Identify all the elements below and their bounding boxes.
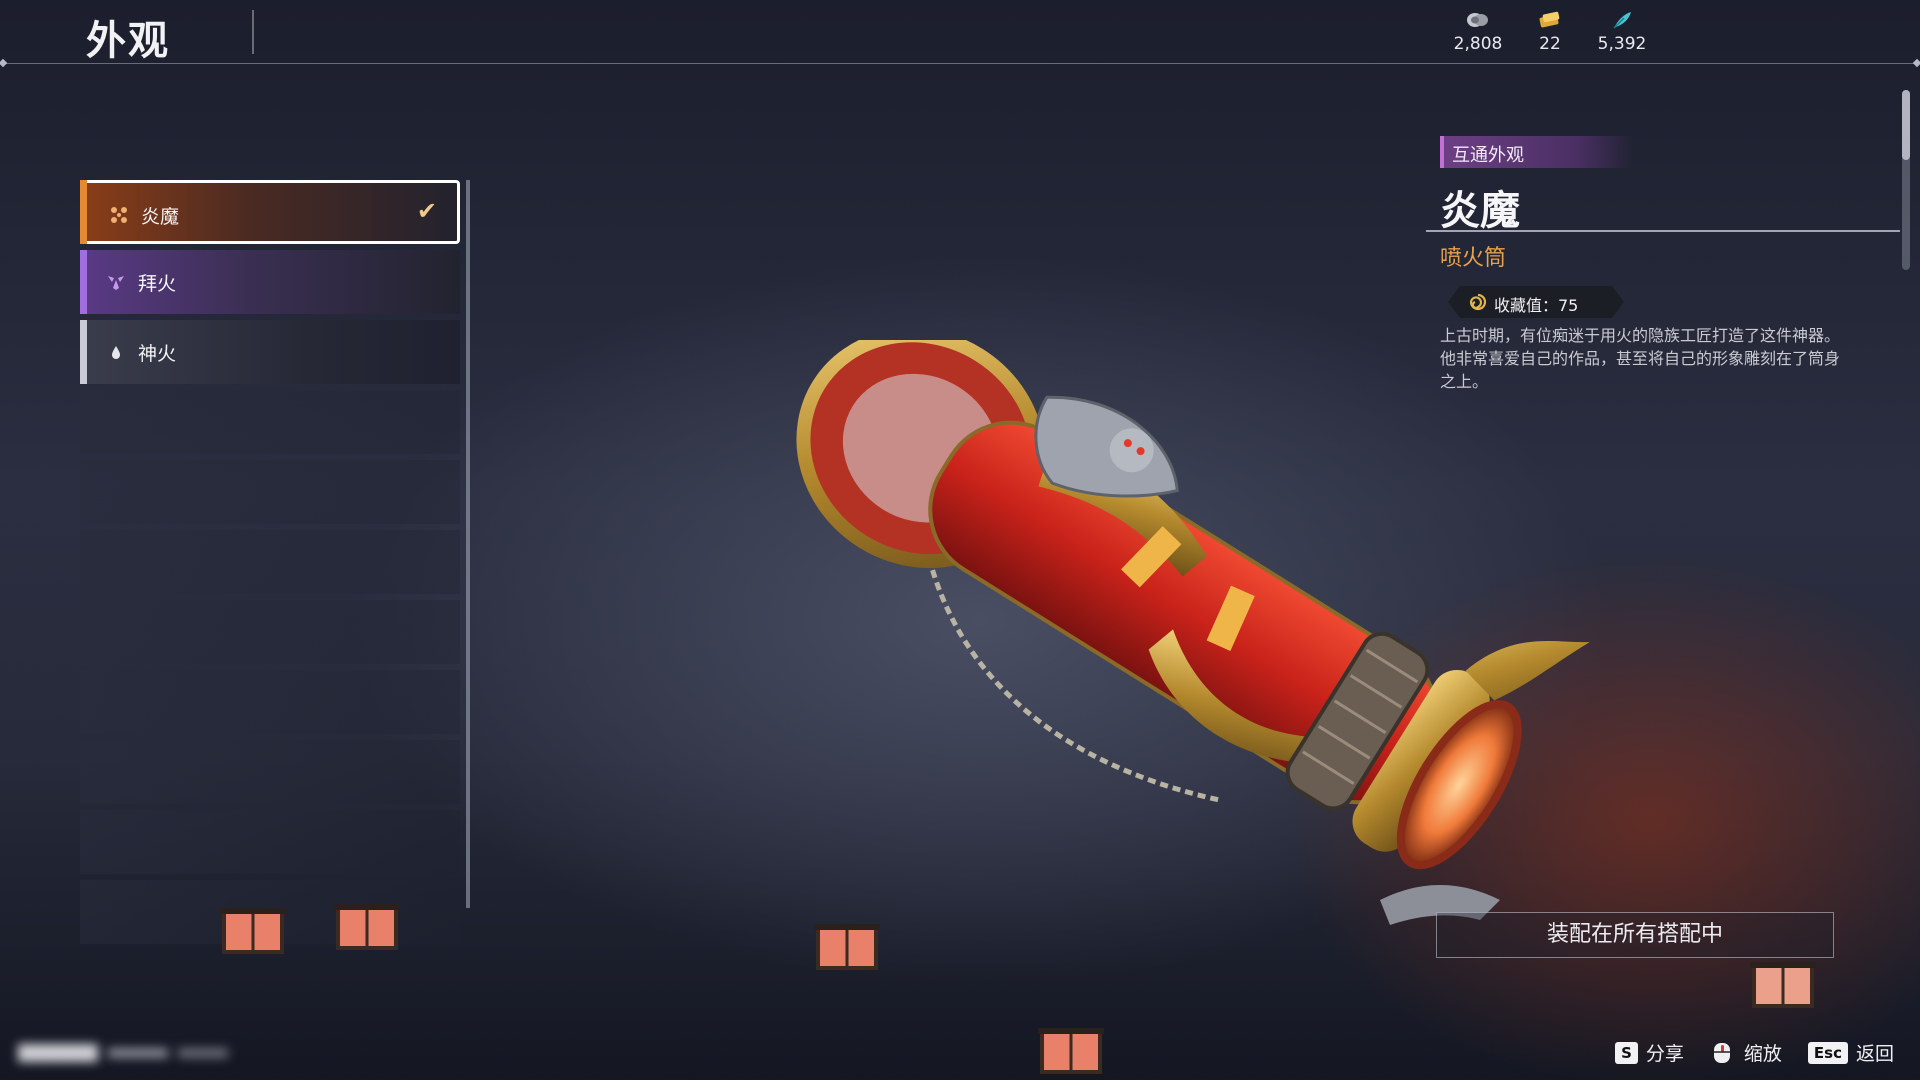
detail-scrollbar[interactable] xyxy=(1902,90,1910,270)
currency-silver-value: 2,808 xyxy=(1453,34,1503,54)
gold-ticket-icon xyxy=(1539,11,1560,28)
weapon-model-flamethrower[interactable] xyxy=(740,340,1640,960)
lantern-decoration xyxy=(220,908,286,954)
page-title: 外观 xyxy=(86,18,170,64)
crossplay-tag: 互通外观 xyxy=(1440,136,1634,168)
empty-slot xyxy=(80,530,460,594)
weapon-type: 喷火筒 xyxy=(1440,246,1507,271)
skin-item-baihuo[interactable]: 拜火 xyxy=(80,250,460,314)
empty-slot xyxy=(80,600,460,664)
rarity-bar xyxy=(80,250,87,314)
empty-slot xyxy=(80,460,460,524)
empty-slot xyxy=(80,740,460,804)
back-label: 返回 xyxy=(1855,1043,1894,1065)
share-key: S xyxy=(1615,1041,1638,1064)
skin-item-label: 神火 xyxy=(138,343,177,365)
skin-item-label: 炎魔 xyxy=(141,206,180,228)
header-divider xyxy=(0,63,1920,64)
currency-feather: 5,392 xyxy=(1582,10,1662,54)
empty-slot xyxy=(80,810,460,874)
empty-slot xyxy=(80,390,460,454)
purple-rarity-icon xyxy=(108,276,124,290)
currency-silver: 2,808 xyxy=(1438,10,1518,54)
rarity-bar xyxy=(80,320,87,384)
share-label: 分享 xyxy=(1645,1043,1684,1065)
skin-list: 炎魔 ✔ 拜火 神火 xyxy=(80,180,470,960)
mouse-icon xyxy=(1713,1042,1730,1063)
key-hints: S 分享 缩放 Esc 返回 xyxy=(1615,1039,1894,1066)
list-scrollbar[interactable] xyxy=(466,180,470,908)
collection-value-badge: 收藏值：75 xyxy=(1448,286,1624,318)
back-key: Esc xyxy=(1807,1041,1848,1064)
lantern-decoration xyxy=(814,924,880,970)
currency-ticket: 22 xyxy=(1510,10,1590,54)
share-hint[interactable]: S 分享 xyxy=(1615,1039,1684,1066)
crossplay-tag-label: 互通外观 xyxy=(1452,145,1524,166)
back-hint[interactable]: Esc 返回 xyxy=(1807,1039,1894,1066)
orange-rarity-icon xyxy=(111,207,127,223)
currency-ticket-value: 22 xyxy=(1539,34,1561,54)
lantern-decoration xyxy=(1750,962,1816,1008)
flame-drop-icon xyxy=(112,346,120,359)
collection-spiral-icon xyxy=(1469,293,1487,311)
checkmark-icon: ✔ xyxy=(416,197,437,225)
zoom-hint[interactable]: 缩放 xyxy=(1710,1039,1782,1066)
collection-value: 收藏值：75 xyxy=(1494,296,1579,315)
skin-description: 上古时期，有位痴迷于用火的隐族工匠打造了这件神器。他非常喜爱自己的作品，甚至将自… xyxy=(1440,326,1841,391)
skin-item-label: 拜火 xyxy=(138,273,177,295)
title-divider xyxy=(252,10,254,54)
lantern-decoration xyxy=(334,904,400,950)
silver-coin-icon xyxy=(1467,13,1488,27)
currency-feather-value: 5,392 xyxy=(1597,34,1647,54)
skin-name: 炎魔 xyxy=(1440,188,1520,234)
feather-icon xyxy=(1613,12,1631,29)
empty-slot xyxy=(80,670,460,734)
skin-item-yanmo[interactable]: 炎魔 ✔ xyxy=(80,180,460,244)
skin-item-shenhuo[interactable]: 神火 xyxy=(80,320,460,384)
lantern-decoration xyxy=(1038,1028,1104,1074)
player-id-blurred xyxy=(18,1044,228,1062)
name-divider xyxy=(1426,230,1900,232)
top-bar: 外观 2,808 22 5,392 xyxy=(0,0,1920,64)
equip-all-outfits-button[interactable]: 装配在所有搭配中 xyxy=(1436,912,1834,958)
rarity-bar xyxy=(80,180,87,244)
zoom-label: 缩放 xyxy=(1743,1043,1782,1065)
